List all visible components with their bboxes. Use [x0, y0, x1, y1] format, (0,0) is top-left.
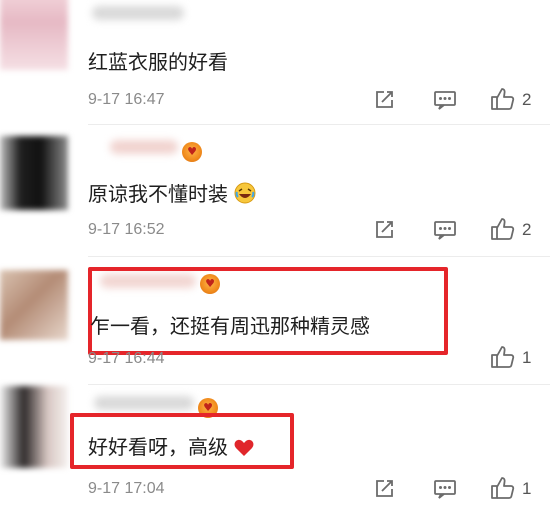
- timestamp: 9-17 16:44: [88, 350, 165, 367]
- share-icon: [376, 221, 393, 238]
- comment-item: ♥ 乍一看，还挺有周迅那种精灵感 9-17 16:44 1: [0, 258, 550, 385]
- comment-item: ♥ 原谅我不懂时装 9-17 16:52 2: [0, 126, 550, 257]
- laughing-face-icon: [234, 182, 256, 209]
- verified-badge-icon: ♥: [182, 142, 202, 162]
- like-count: 1: [522, 348, 532, 367]
- share-button[interactable]: [371, 476, 397, 502]
- comment-text: 红蓝衣服的好看: [88, 50, 228, 74]
- reply-button[interactable]: [432, 217, 458, 243]
- comment-icon: [434, 480, 456, 499]
- comment-icon: [434, 221, 456, 240]
- avatar[interactable]: [0, 386, 68, 468]
- comment-text: 乍一看，还挺有周迅那种精灵感: [90, 314, 370, 338]
- like-count: 2: [522, 220, 532, 239]
- reply-button[interactable]: [432, 476, 458, 502]
- comment-item: 红蓝衣服的好看 9-17 16:47 2: [0, 0, 550, 125]
- like-button[interactable]: [490, 86, 516, 112]
- thumbs-up-icon: [491, 218, 515, 240]
- comment-item: ♥ 好好看呀，高级 9-17 17:04 1: [0, 386, 550, 516]
- share-button[interactable]: [371, 87, 397, 113]
- comment-text-content: 好好看呀，高级: [88, 435, 228, 459]
- like-count: 2: [522, 90, 532, 109]
- reply-button[interactable]: [432, 87, 458, 113]
- thumbs-up-icon: [491, 477, 515, 499]
- comment-icon: [434, 91, 456, 110]
- like-button[interactable]: [490, 344, 516, 370]
- timestamp: 9-17 17:04: [88, 480, 165, 497]
- thumbs-up-icon: [491, 88, 515, 110]
- like-button[interactable]: [490, 216, 516, 242]
- share-button[interactable]: [371, 217, 397, 243]
- comment-text: 好好看呀，高级: [88, 431, 254, 462]
- divider: [88, 124, 550, 125]
- like-button[interactable]: [490, 475, 516, 501]
- divider: [88, 256, 550, 257]
- comment-text: 原谅我不懂时装: [88, 178, 256, 209]
- avatar[interactable]: [0, 0, 68, 70]
- username[interactable]: [94, 396, 194, 410]
- share-icon: [376, 91, 393, 108]
- avatar[interactable]: [0, 136, 68, 210]
- heart-icon: [234, 438, 254, 462]
- avatar[interactable]: [0, 270, 68, 340]
- username[interactable]: [110, 140, 178, 154]
- share-icon: [376, 480, 393, 497]
- timestamp: 9-17 16:52: [88, 221, 165, 238]
- divider: [88, 384, 550, 385]
- timestamp: 9-17 16:47: [88, 91, 165, 108]
- username[interactable]: [92, 6, 184, 20]
- like-count: 1: [522, 479, 532, 498]
- thumbs-up-icon: [491, 346, 515, 368]
- comment-text-content: 原谅我不懂时装: [88, 182, 228, 206]
